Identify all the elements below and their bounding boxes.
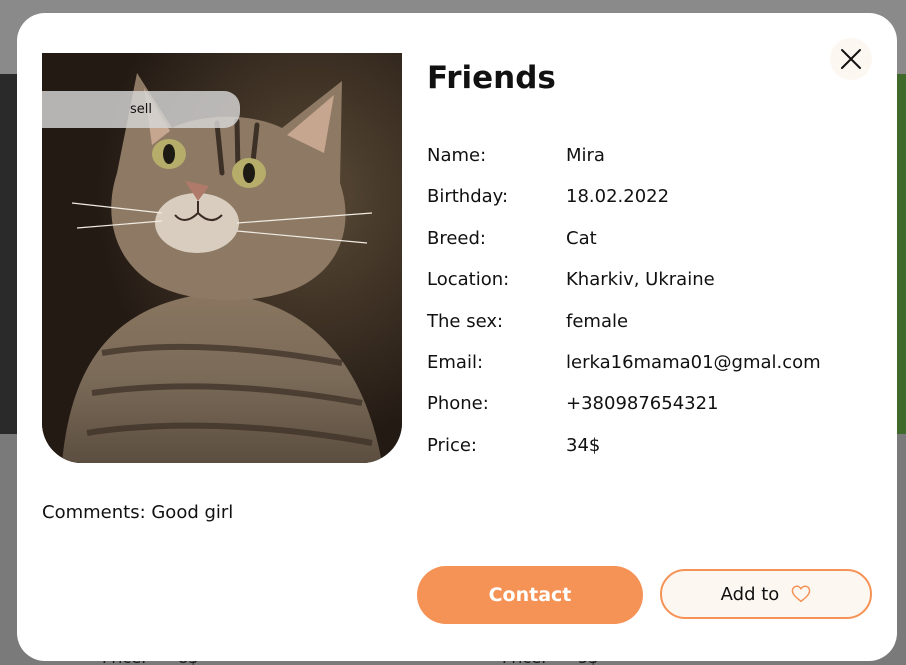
- category-badge: sell: [42, 91, 240, 128]
- detail-value: female: [566, 310, 629, 332]
- detail-label: The sex:: [427, 310, 504, 332]
- detail-row-location: Location: Kharkiv, Ukraine: [427, 269, 867, 310]
- close-icon: [841, 49, 861, 69]
- detail-value: 18.02.2022: [566, 186, 670, 208]
- detail-value: Mira: [566, 145, 605, 166]
- detail-label: Phone:: [427, 393, 489, 415]
- detail-label: Breed:: [427, 227, 486, 249]
- detail-row-email: Email: lerka16mama01@gmal.com: [427, 352, 867, 393]
- pet-comments: Comments: Good girl: [42, 502, 234, 523]
- detail-row-sex: The sex: female: [427, 311, 867, 352]
- detail-label: Birthday:: [427, 186, 509, 208]
- detail-row-birthday: Birthday: 18.02.2022: [427, 186, 867, 227]
- detail-label: Email:: [427, 351, 484, 373]
- contact-button[interactable]: Contact: [417, 566, 643, 624]
- detail-row-name: Name: Mira: [427, 145, 867, 186]
- detail-row-phone: Phone: +380987654321: [427, 393, 867, 434]
- contact-button-label: Contact: [488, 584, 572, 606]
- detail-value: +380987654321: [566, 393, 719, 415]
- detail-label: Location:: [427, 269, 510, 291]
- detail-label: Name:: [427, 145, 487, 166]
- detail-value: lerka16mama01@gmal.com: [566, 351, 821, 373]
- detail-row-breed: Breed: Cat: [427, 228, 867, 269]
- add-to-favorites-button[interactable]: Add to: [660, 569, 872, 619]
- detail-value: 34$: [566, 434, 601, 456]
- add-to-favorites-label: Add to: [720, 583, 780, 605]
- detail-row-price: Price: 34$: [427, 435, 867, 476]
- detail-value: Kharkiv, Ukraine: [566, 269, 715, 291]
- detail-label: Price:: [427, 434, 477, 456]
- detail-value: Cat: [566, 227, 597, 249]
- pet-details-modal: sell Friends Name: Mira Birthday: 18.02.…: [17, 13, 897, 661]
- pet-details-list: Name: Mira Birthday: 18.02.2022 Breed: C…: [427, 145, 867, 476]
- modal-title: Friends: [427, 60, 556, 96]
- heart-icon: [791, 585, 811, 603]
- close-button[interactable]: [830, 38, 872, 80]
